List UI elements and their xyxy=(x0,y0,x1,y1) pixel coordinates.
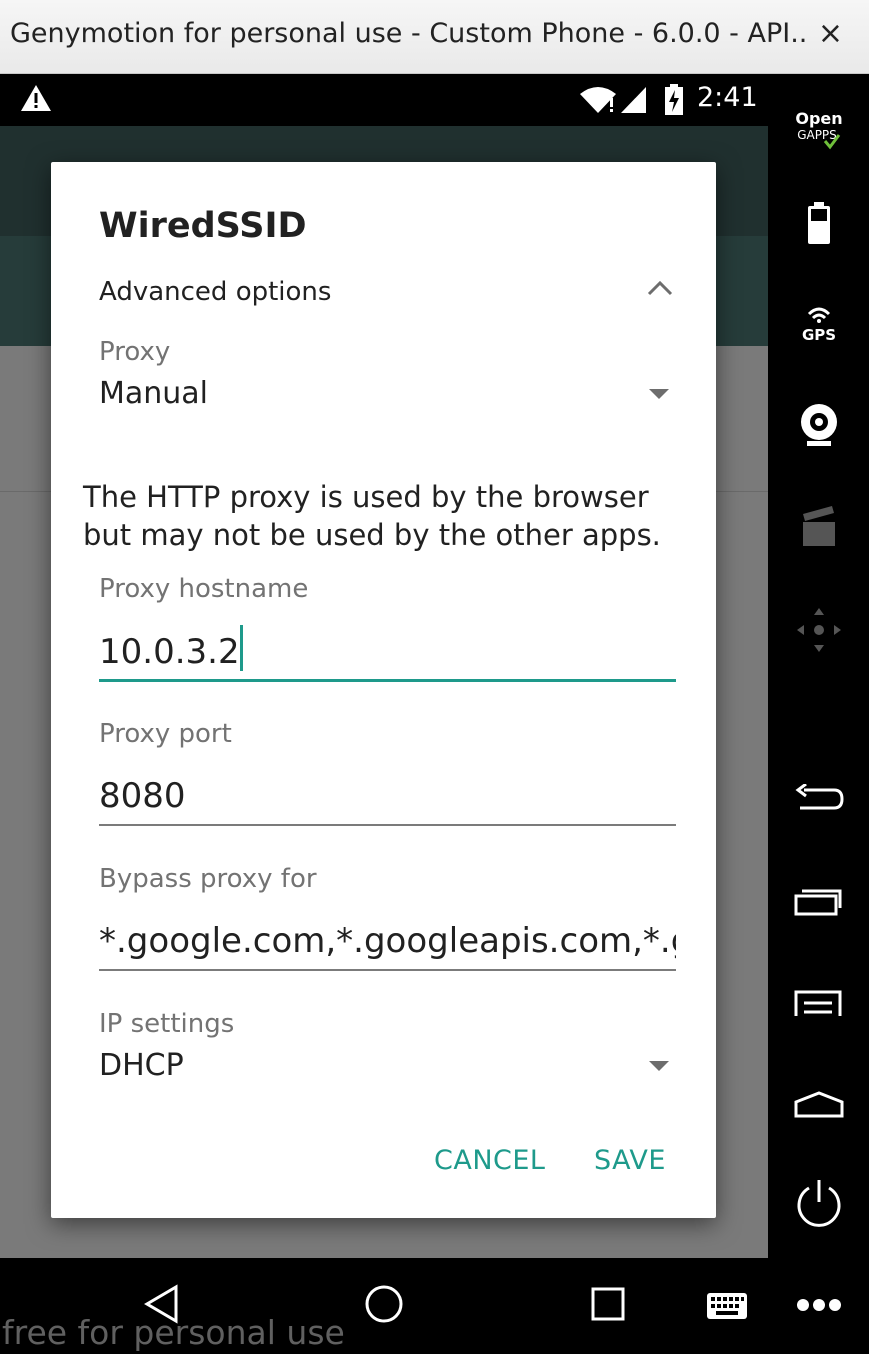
capture-button[interactable] xyxy=(768,504,869,548)
more-options-icon[interactable] xyxy=(796,1298,842,1312)
watermark: free for personal use xyxy=(2,1313,345,1352)
bypass-proxy-underline xyxy=(99,969,676,971)
proxy-hostname-underline xyxy=(99,679,676,682)
gapps-line2: GAPPS xyxy=(797,128,837,142)
gps-button[interactable]: GPS xyxy=(768,304,869,344)
home-button[interactable] xyxy=(768,1090,869,1120)
back-button[interactable] xyxy=(768,784,869,814)
home-icon xyxy=(794,1091,843,1118)
warning-icon xyxy=(21,85,51,111)
keyboard-icon[interactable] xyxy=(706,1292,748,1320)
dialog-title: WiredSSID xyxy=(99,206,307,246)
power-icon xyxy=(797,1180,840,1227)
proxy-hostname-input[interactable]: 10.0.3.2 xyxy=(99,625,676,685)
proxy-hostname-value: 10.0.3.2 xyxy=(99,632,240,672)
bypass-proxy-label: Bypass proxy for xyxy=(99,864,317,894)
dropdown-arrow-icon[interactable] xyxy=(649,389,669,399)
proxy-hostname-label: Proxy hostname xyxy=(99,574,309,604)
battery-button[interactable] xyxy=(768,202,869,246)
chevron-up-icon[interactable] xyxy=(647,280,673,296)
open-gapps-button[interactable]: Open GAPPS xyxy=(768,108,869,152)
text-cursor xyxy=(239,625,243,671)
status-time: 2:41 xyxy=(697,82,758,113)
webcam-icon xyxy=(800,404,837,446)
menu-button[interactable] xyxy=(768,988,869,1018)
nav-recents-icon[interactable] xyxy=(590,1284,626,1324)
recent-apps-icon xyxy=(794,889,841,916)
window-title: Genymotion for personal use - Custom Pho… xyxy=(10,18,810,49)
close-icon[interactable]: × xyxy=(818,16,843,51)
proxy-select[interactable]: Manual xyxy=(99,376,208,411)
dpad-icon xyxy=(796,608,841,652)
dropdown-arrow-icon[interactable] xyxy=(649,1061,669,1071)
ip-settings-select[interactable]: DHCP xyxy=(99,1048,184,1083)
proxy-port-underline xyxy=(99,824,676,826)
proxy-help-text: The HTTP proxy is used by the browser bu… xyxy=(83,480,661,552)
back-arrow-icon xyxy=(795,784,844,810)
wifi-icon xyxy=(580,87,616,113)
window-title-bar: Genymotion for personal use - Custom Pho… xyxy=(0,0,869,74)
proxy-port-input[interactable]: 8080 xyxy=(99,776,676,836)
wifi-config-dialog: WiredSSID Advanced options Proxy Manual … xyxy=(51,162,716,1218)
ip-settings-label: IP settings xyxy=(99,1009,235,1039)
camera-button[interactable] xyxy=(768,402,869,448)
save-button[interactable]: SAVE xyxy=(594,1145,666,1176)
recent-apps-button[interactable] xyxy=(768,886,869,916)
clapperboard-icon xyxy=(802,506,835,546)
signal-icon xyxy=(621,87,646,113)
dpad-button[interactable] xyxy=(768,606,869,654)
proxy-port-label: Proxy port xyxy=(99,719,232,749)
proxy-label: Proxy xyxy=(99,337,171,367)
menu-icon xyxy=(794,990,841,1016)
power-button[interactable] xyxy=(768,1178,869,1228)
gps-icon: GPS xyxy=(801,307,836,344)
open-gapps-icon: Open GAPPS xyxy=(795,109,842,150)
gps-label: GPS xyxy=(801,326,835,344)
battery-charging-icon xyxy=(665,84,683,115)
nav-home-icon[interactable] xyxy=(364,1284,404,1324)
battery-icon xyxy=(807,202,830,244)
status-bar: 2:41 xyxy=(0,74,768,126)
emulator-toolbar: Open GAPPS GPS xyxy=(768,74,869,1258)
gapps-line1: Open xyxy=(795,109,842,128)
bypass-proxy-input[interactable]: *.google.com,*.googleapis.com,*.gstatic.… xyxy=(99,921,676,981)
cancel-button[interactable]: CANCEL xyxy=(434,1145,545,1176)
advanced-options-toggle[interactable]: Advanced options xyxy=(99,277,331,307)
